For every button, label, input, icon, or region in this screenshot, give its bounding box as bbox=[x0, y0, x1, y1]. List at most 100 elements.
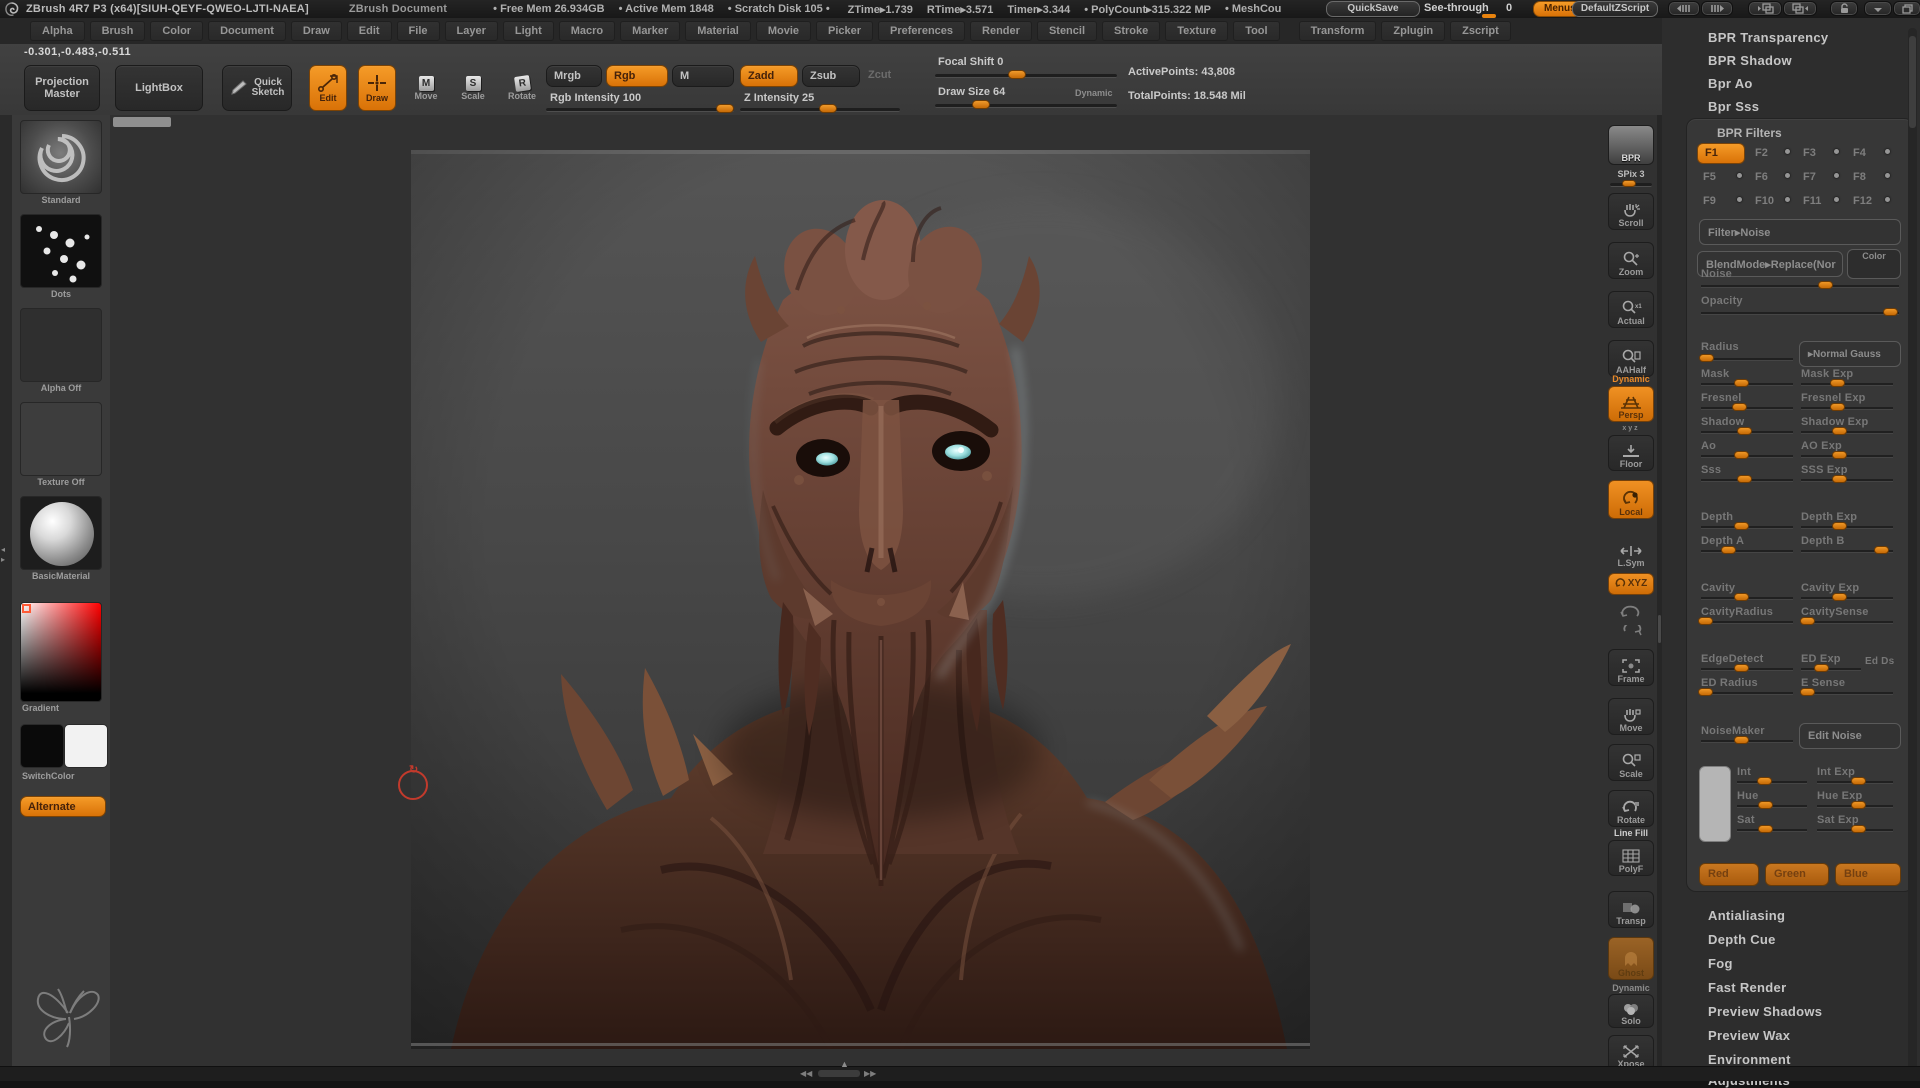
color-picker[interactable]: Gradient bbox=[20, 602, 102, 713]
noise-slider[interactable] bbox=[1701, 281, 1899, 289]
color-picker-cursor[interactable] bbox=[22, 604, 31, 613]
divider-left-icon[interactable] bbox=[1668, 1, 1700, 16]
aahalf-button[interactable]: AAHalf bbox=[1608, 340, 1654, 377]
red-channel-button[interactable]: Red bbox=[1699, 863, 1759, 886]
depth-exp-slider[interactable] bbox=[1801, 522, 1893, 530]
depth-b-slider[interactable] bbox=[1801, 546, 1893, 554]
menu-material[interactable]: Material bbox=[685, 21, 751, 41]
filter-slot-f3[interactable]: F3 bbox=[1803, 147, 1816, 159]
sss-slider[interactable] bbox=[1701, 475, 1793, 483]
ghost-button[interactable]: Ghost bbox=[1608, 937, 1654, 980]
int-slider[interactable] bbox=[1737, 777, 1807, 785]
depth-cue-section[interactable]: Depth Cue bbox=[1708, 932, 1776, 947]
actual-size-button[interactable]: x1 Actual bbox=[1608, 291, 1654, 328]
menu-draw[interactable]: Draw bbox=[290, 21, 342, 41]
ed-exp-slider[interactable] bbox=[1801, 664, 1861, 672]
opacity-slider[interactable] bbox=[1701, 308, 1899, 316]
environment-section[interactable]: Environment bbox=[1708, 1052, 1791, 1067]
preview-shadows-section[interactable]: Preview Shadows bbox=[1708, 1004, 1822, 1019]
quicksave-button[interactable]: QuickSave bbox=[1326, 1, 1420, 17]
blue-channel-button[interactable]: Blue bbox=[1835, 863, 1901, 886]
spix-slider[interactable] bbox=[1610, 180, 1652, 187]
filter-type-dropdown[interactable]: Filter▸Noise bbox=[1699, 219, 1901, 245]
filter-color-swatch[interactable]: Color bbox=[1847, 249, 1901, 279]
polyf-button[interactable]: PolyF bbox=[1608, 840, 1654, 876]
scale-button[interactable]: S Scale bbox=[456, 65, 490, 111]
menu-texture[interactable]: Texture bbox=[1165, 21, 1229, 41]
m-button[interactable]: M bbox=[672, 65, 734, 87]
menu-document[interactable]: Document bbox=[208, 21, 286, 41]
zsub-button[interactable]: Zsub bbox=[802, 65, 860, 87]
draw-size-slider[interactable] bbox=[935, 100, 1117, 109]
filter-tint-swatch[interactable] bbox=[1699, 766, 1731, 842]
move-palettes-left-icon[interactable] bbox=[1748, 1, 1782, 16]
menu-picker[interactable]: Picker bbox=[816, 21, 874, 41]
filter-slot-f4[interactable]: F4 bbox=[1853, 147, 1866, 159]
menu-brush[interactable]: Brush bbox=[89, 21, 146, 41]
mask-slider[interactable] bbox=[1701, 379, 1793, 387]
menu-macro[interactable]: Macro bbox=[558, 21, 616, 41]
menu-layer[interactable]: Layer bbox=[444, 21, 498, 41]
filter-slot-f6[interactable]: F6 bbox=[1755, 171, 1768, 183]
fresnel-slider[interactable] bbox=[1701, 403, 1793, 411]
falloff-type-dropdown[interactable]: ▸Normal Gauss bbox=[1799, 341, 1901, 367]
edge-detect-slider[interactable] bbox=[1701, 664, 1793, 672]
divider-right-icon[interactable] bbox=[1701, 1, 1733, 16]
zadd-button[interactable]: Zadd bbox=[740, 65, 798, 87]
transp-button[interactable]: Transp bbox=[1608, 891, 1654, 928]
persp-button[interactable]: Persp bbox=[1608, 386, 1654, 422]
depth-slider[interactable] bbox=[1701, 522, 1793, 530]
hscroll-right-icon[interactable]: ▶▶ bbox=[864, 1069, 876, 1078]
material-thumbnail-basic[interactable]: BasicMaterial bbox=[20, 496, 102, 581]
rotate-z-icon[interactable] bbox=[1619, 625, 1643, 645]
menu-stencil[interactable]: Stencil bbox=[1036, 21, 1098, 41]
ed-radius-slider[interactable] bbox=[1697, 688, 1793, 696]
document-canvas[interactable]: ↻ bbox=[398, 150, 1310, 1051]
move-button[interactable]: M Move bbox=[409, 65, 443, 111]
bpr-filters-header[interactable]: BPR Filters bbox=[1717, 126, 1782, 140]
filter-slot-f8[interactable]: F8 bbox=[1853, 171, 1866, 183]
switch-color-label[interactable]: SwitchColor bbox=[22, 771, 75, 781]
fog-section[interactable]: Fog bbox=[1708, 956, 1733, 971]
menu-tool[interactable]: Tool bbox=[1233, 21, 1280, 41]
restore-icon[interactable] bbox=[1893, 1, 1920, 16]
edit-button[interactable]: Edit bbox=[309, 65, 347, 111]
rotate-y-icon[interactable] bbox=[1619, 602, 1643, 622]
bpr-sss-toggle[interactable]: Bpr Sss bbox=[1708, 99, 1759, 114]
int-exp-slider[interactable] bbox=[1817, 777, 1893, 785]
depth-a-slider[interactable] bbox=[1701, 546, 1793, 554]
cavity-exp-slider[interactable] bbox=[1801, 593, 1893, 601]
menu-file[interactable]: File bbox=[396, 21, 440, 41]
rgb-button[interactable]: Rgb bbox=[606, 65, 668, 87]
hscroll-left-icon[interactable]: ◀◀ bbox=[800, 1069, 812, 1078]
green-channel-button[interactable]: Green bbox=[1765, 863, 1829, 886]
document-grip[interactable] bbox=[113, 117, 171, 127]
main-color-swatch[interactable] bbox=[20, 724, 64, 768]
cavity-radius-slider[interactable] bbox=[1697, 617, 1793, 625]
timeline-marker-icon[interactable]: ▲ bbox=[840, 1059, 849, 1069]
filter-slot-f12[interactable]: F12 bbox=[1853, 195, 1872, 207]
menu-movie[interactable]: Movie bbox=[755, 21, 811, 41]
antialiasing-section[interactable]: Antialiasing bbox=[1708, 908, 1785, 923]
bpr-transparency-toggle[interactable]: BPR Transparency bbox=[1708, 30, 1828, 45]
frame-button[interactable]: Frame bbox=[1608, 649, 1654, 686]
preview-wax-section[interactable]: Preview Wax bbox=[1708, 1028, 1790, 1043]
scale-view-button[interactable]: Scale bbox=[1608, 744, 1654, 781]
lock-icon[interactable] bbox=[1830, 1, 1858, 16]
move-palettes-right-icon[interactable] bbox=[1783, 1, 1817, 16]
mrgb-button[interactable]: Mrgb bbox=[546, 65, 602, 87]
menu-preferences[interactable]: Preferences bbox=[878, 21, 966, 41]
zoom-button[interactable]: Zoom bbox=[1608, 242, 1654, 279]
rgb-intensity-slider[interactable] bbox=[546, 104, 734, 113]
fast-render-section[interactable]: Fast Render bbox=[1708, 980, 1786, 995]
menu-render[interactable]: Render bbox=[970, 21, 1032, 41]
menu-marker[interactable]: Marker bbox=[620, 21, 681, 41]
z-intensity-slider[interactable] bbox=[740, 104, 900, 113]
bpr-shadow-toggle[interactable]: BPR Shadow bbox=[1708, 53, 1792, 68]
menu-light[interactable]: Light bbox=[502, 21, 554, 41]
cavity-slider[interactable] bbox=[1701, 593, 1793, 601]
secondary-color-swatch[interactable] bbox=[64, 724, 108, 768]
hue-slider[interactable] bbox=[1737, 801, 1807, 809]
local-button[interactable]: Local bbox=[1608, 480, 1654, 519]
bpr-ao-toggle[interactable]: Bpr Ao bbox=[1708, 76, 1753, 91]
